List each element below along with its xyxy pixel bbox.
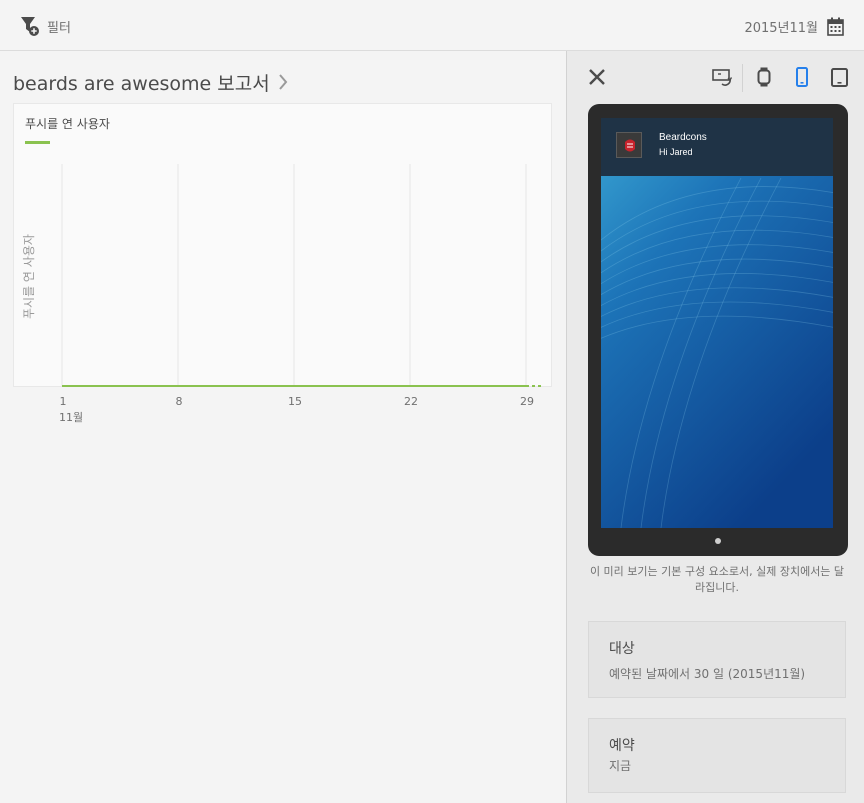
chart-card: 푸시를 연 사용자 푸시를 연 사용자 [13,103,552,387]
report-pane: beards are awesome 보고서 푸시를 연 사용자 푸시를 연 사… [0,51,566,803]
phone-device-button[interactable] [791,65,813,89]
push-notification: Beardcons Hi Jared [601,118,833,176]
report-title: beards are awesome 보고서 [13,72,270,95]
chevron-right-icon [278,74,288,90]
wallpaper-image [601,118,833,528]
y-axis-label: 푸시를 연 사용자 [22,234,36,319]
filter-button[interactable]: 필터 [20,14,71,38]
audience-card[interactable]: 대상 예약된 날짜에서 30 일 (2015년11월) [588,621,846,698]
rotate-screen-icon [712,69,732,86]
rotate-device-button[interactable] [711,65,733,89]
device-preview-frame: Beardcons Hi Jared [588,104,848,556]
audience-value: 예약된 날짜에서 30 일 (2015년11월) [609,667,806,681]
x-tick-month-label: 11월 [59,411,84,424]
x-axis-ticks: 1 8 15 22 29 11월 [0,395,566,435]
device-screen: Beardcons Hi Jared [601,118,833,528]
x-tick-label: 29 [520,395,534,408]
preview-pane: Beardcons Hi Jared 이 미리 보기는 기본 구성 요소로서, … [566,51,864,803]
app-icon [616,132,642,158]
close-icon[interactable] [587,67,607,87]
smartwatch-icon [757,67,771,87]
notification-title: Beardcons [659,132,707,143]
filter-label: 필터 [47,20,71,36]
smartphone-icon [796,67,808,87]
top-toolbar: 필터 2015년11월 [0,0,864,51]
schedule-heading: 예약 [609,738,635,754]
watch-device-button[interactable] [753,65,775,89]
notification-body: Hi Jared [659,147,693,157]
preview-disclaimer: 이 미리 보기는 기본 구성 요소로서, 실제 장치에서는 달라집니다. [589,565,845,594]
date-range-label: 2015년11월 [744,20,818,36]
x-tick-label: 22 [404,395,418,408]
line-chart [61,164,543,387]
schedule-card[interactable]: 예약 지금 [588,718,846,793]
x-tick-label: 8 [175,395,183,408]
audience-heading: 대상 [609,641,635,657]
toolbar-divider [742,64,743,92]
x-tick-label: 1 [59,395,67,408]
date-range-picker[interactable]: 2015년11월 [744,14,844,38]
schedule-value: 지금 [609,759,632,773]
home-button [715,538,721,544]
tablet-icon [830,67,848,87]
calendar-icon [827,17,844,36]
add-filter-icon [21,17,39,36]
report-title-link[interactable]: beards are awesome 보고서 [13,69,288,95]
tablet-device-button[interactable] [828,65,850,89]
x-tick-label: 15 [288,395,302,408]
